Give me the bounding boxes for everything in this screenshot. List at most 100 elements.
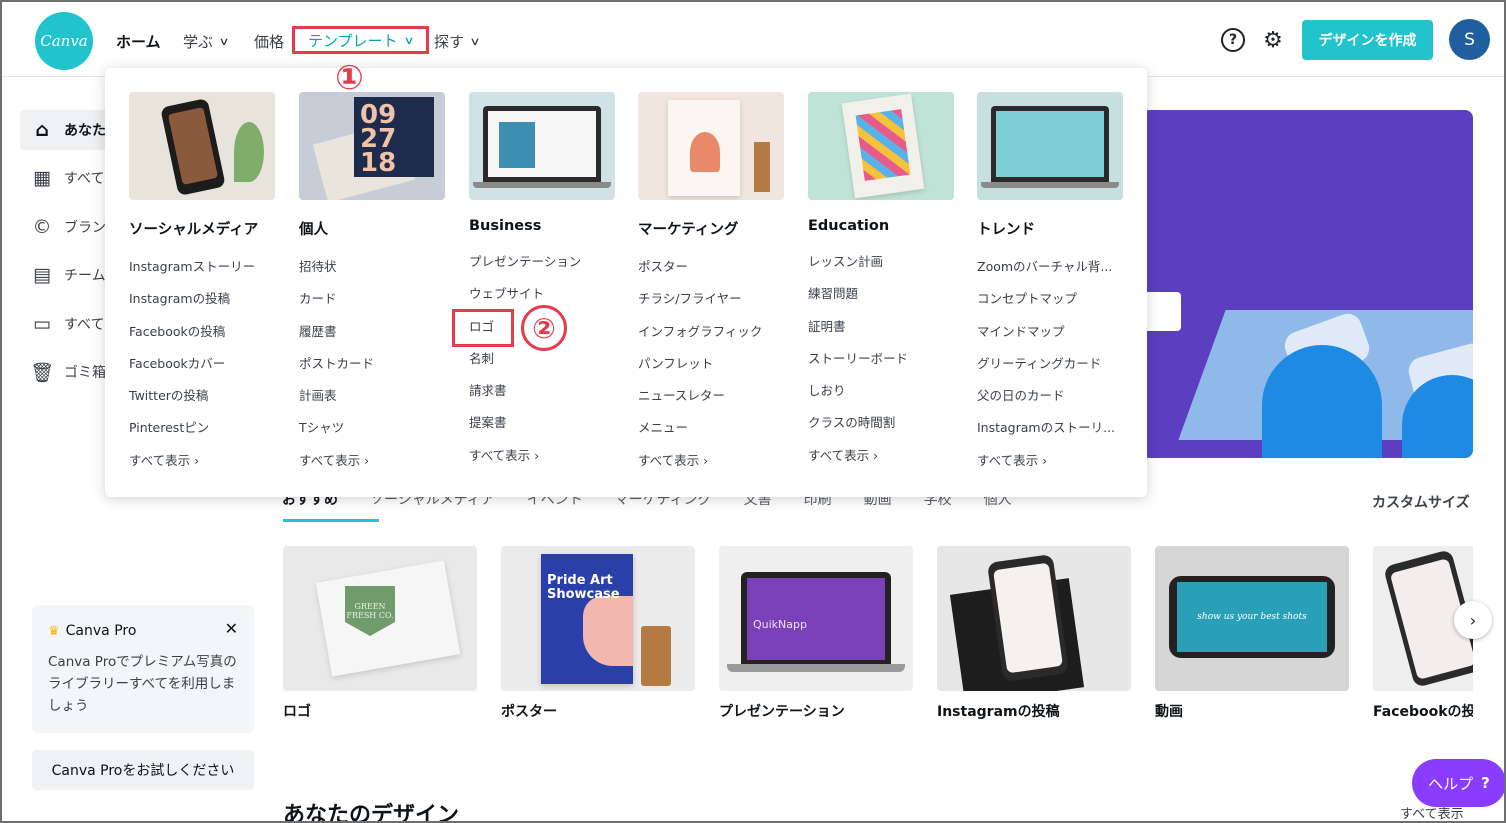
template-category-column: Education レッスン計画 練習問題 証明書 ストーリーボード しおり クラスの時間割… [808,92,954,472]
see-all-link[interactable]: すべて表示 › [977,445,1123,477]
category-title[interactable]: Business [469,218,615,234]
category-image[interactable] [638,92,784,200]
category-image[interactable] [808,92,954,200]
sidebar-item-all-templates[interactable]: ▦ すべて [20,158,110,198]
menu-item[interactable]: チラシ/フライヤー [638,283,784,315]
menu-item[interactable]: Instagramストーリー [129,251,275,283]
category-image[interactable] [129,92,275,200]
hero-banner [1142,110,1473,458]
card-label: 動画 [1155,704,1183,720]
category-title[interactable]: Education [808,218,954,234]
menu-item[interactable]: Facebookの投稿 [129,316,275,348]
chevron-down-icon: ∨ [402,33,415,47]
category-image[interactable] [469,92,615,200]
sidebar-item-team[interactable]: ▤ チーム [20,255,110,295]
menu-item[interactable]: Tシャツ [299,412,445,444]
hero-search-input[interactable] [1147,292,1181,331]
sidebar-item-trash[interactable]: 🗑 ゴミ箱 [20,352,110,392]
template-category-column: Business プレゼンテーション ウェブサイト ロゴ 名刺 請求書 提案書 すべて表示 › [469,92,615,472]
card-label: プレゼンテーション [719,704,845,720]
see-all-label: すべて表示 [299,452,361,468]
menu-item[interactable]: 請求書 [469,375,615,407]
menu-item[interactable]: グリーティングカード [977,348,1123,380]
template-card-video[interactable]: show us your best shots 動画 [1155,546,1349,721]
sidebar-item-label: チーム [64,268,106,284]
menu-item[interactable]: ストーリーボード [808,343,954,375]
sidebar-item-label: ゴミ箱 [64,365,106,381]
menu-item[interactable]: 履歴書 [299,316,445,348]
nav-templates[interactable]: テンプレート ∨ [292,26,429,54]
try-canva-pro-button[interactable]: Canva Proをお試しください [32,750,254,790]
folder-icon: ▭ [33,313,51,335]
nav-home[interactable]: ホーム [116,29,161,53]
menu-item[interactable]: Twitterの投稿 [129,380,275,412]
menu-item[interactable]: コンセプトマップ [977,283,1123,315]
menu-item[interactable]: 父の日のカード [977,380,1123,412]
menu-item[interactable]: プレゼンテーション [469,246,615,278]
category-image[interactable]: 09 27 18 [299,92,445,200]
category-item-list: Zoomのバーチャル背... コンセプトマップ マインドマップ グリーティングカード父… [977,251,1123,477]
nav-explore[interactable]: 探す ∨ [434,29,481,53]
menu-item[interactable]: 練習問題 [808,278,954,310]
menu-item[interactable]: マインドマップ [977,316,1123,348]
create-design-button[interactable]: デザインを作成 [1302,20,1433,60]
sidebar-item-brand[interactable]: © ブラン [20,207,110,247]
menu-item[interactable]: カード [299,283,445,315]
menu-item[interactable]: ポストカード [299,348,445,380]
templates-dropdown-menu: ソーシャルメディア Instagramストーリー Instagramの投稿 Faceb… [105,68,1147,497]
help-button[interactable]: ヘルプ? [1412,759,1504,807]
menu-item[interactable]: ポスター [638,251,784,283]
nav-learn[interactable]: 学ぶ ∨ [183,29,230,53]
see-all-link[interactable]: すべて表示 › [808,440,954,472]
card-label: Instagramの投稿 [937,704,1060,720]
close-icon[interactable]: ✕ [225,619,238,638]
category-title[interactable]: マーケティング [638,218,784,239]
annotation-marker-1: ① [335,58,364,98]
menu-item[interactable]: Instagramのストーリ... [977,412,1123,444]
category-title[interactable]: ソーシャルメディア [129,218,275,239]
card-thumbnail [937,546,1131,691]
nav-pricing[interactable]: 価格 [254,29,284,53]
menu-item[interactable]: 招待状 [299,251,445,283]
menu-item[interactable]: 提案書 [469,407,615,439]
canva-logo[interactable]: Canva [35,12,93,70]
menu-item[interactable]: Zoomのバーチャル背... [977,251,1123,283]
menu-item[interactable]: レッスン計画 [808,246,954,278]
template-category-column: トレンド Zoomのバーチャル背... コンセプトマップ マインドマップ グリーティング… [977,92,1123,477]
presentation-thumb-text: QuikNapp [747,578,885,660]
menu-item[interactable]: メニュー [638,412,784,444]
template-card-logo[interactable]: GREEN FRESH CO. ロゴ [283,546,477,721]
menu-item[interactable]: パンフレット [638,348,784,380]
see-all-link[interactable]: すべて表示 › [638,445,784,477]
avatar[interactable]: S [1449,19,1490,60]
gear-icon[interactable]: ⚙ [1261,28,1285,53]
template-card-facebook-post[interactable]: Facebookの投稿 [1373,546,1473,721]
category-title[interactable]: トレンド [977,218,1123,239]
menu-item[interactable]: インフォグラフィック [638,316,784,348]
menu-item[interactable]: Instagramの投稿 [129,283,275,315]
category-title[interactable]: 個人 [299,218,445,239]
see-all-link[interactable]: すべて表示 › [299,445,445,477]
see-all-link[interactable]: すべて表示 › [129,445,275,477]
category-item-list: プレゼンテーション ウェブサイト ロゴ 名刺 請求書 提案書 すべて表示 › [469,246,615,472]
hero-bottle [1262,345,1382,458]
menu-item[interactable]: Facebookカバー [129,348,275,380]
menu-item[interactable]: Pinterestピン [129,412,275,444]
chevron-right-icon: › [699,452,709,468]
menu-item[interactable]: ニュースレター [638,380,784,412]
template-card-instagram-post[interactable]: Instagramの投稿 [937,546,1131,721]
menu-item[interactable]: クラスの時間割 [808,407,954,439]
see-all-link[interactable]: すべて表示 › [469,440,615,472]
menu-item[interactable]: しおり [808,375,954,407]
custom-size-link[interactable]: カスタムサイズ [1372,492,1470,512]
category-image[interactable] [977,92,1123,200]
sidebar-item-all-folders[interactable]: ▭ すべて [20,304,110,344]
sidebar-item-home[interactable]: ⌂ あなた [20,110,110,150]
menu-item[interactable]: 計画表 [299,380,445,412]
chevron-right-icon[interactable]: › [1454,601,1492,639]
help-icon[interactable]: ? [1221,28,1245,52]
template-card-presentation[interactable]: QuikNapp プレゼンテーション [719,546,913,721]
see-all-label: すべて表示 [469,447,531,463]
menu-item[interactable]: 証明書 [808,311,954,343]
template-card-poster[interactable]: Pride Art Showcase ポスター [501,546,695,721]
